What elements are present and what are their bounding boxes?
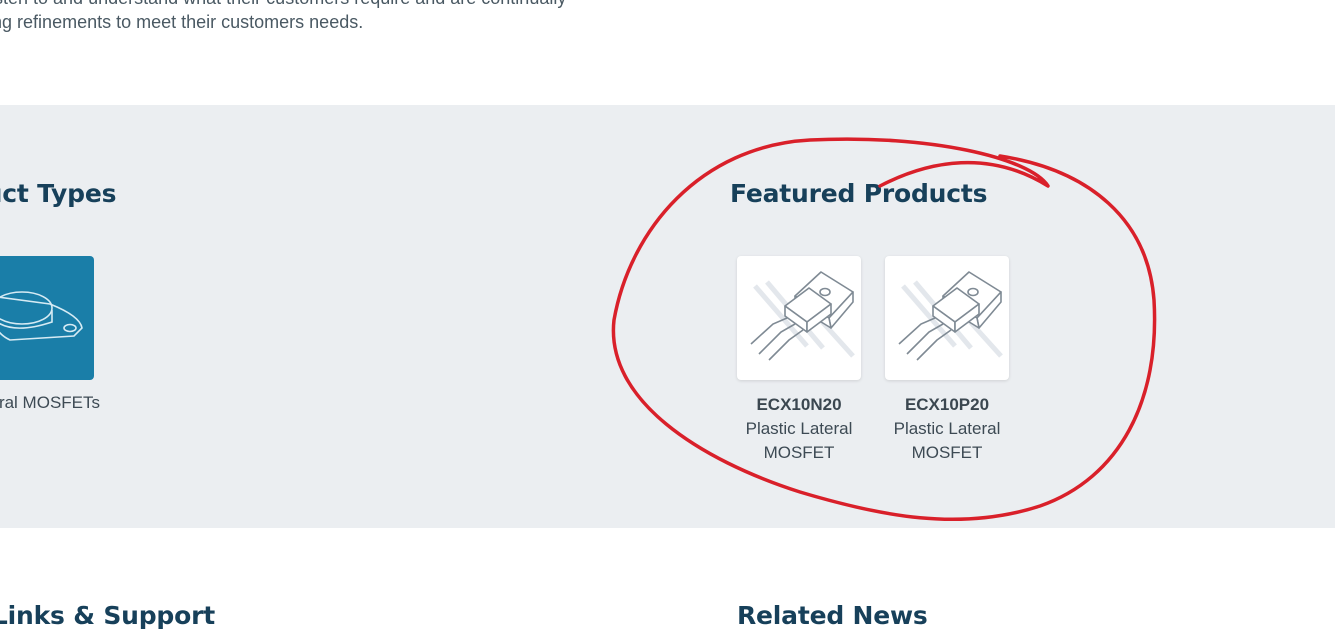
intro-line-2: eloping refinements to meet their custom…: [0, 12, 364, 32]
product-type-label[interactable]: ral MOSFETs: [0, 393, 100, 413]
product-code[interactable]: ECX10N20: [737, 393, 861, 417]
product-type-tile[interactable]: [0, 256, 94, 380]
featured-products-heading: Featured Products: [730, 179, 988, 208]
to3-package-icon: [0, 291, 83, 341]
intro-text: ON listen to and understand what their c…: [0, 0, 654, 34]
page: ON listen to and understand what their c…: [0, 0, 1335, 637]
product-code[interactable]: ECX10P20: [885, 393, 1009, 417]
product-types-heading: oduct Types: [0, 179, 117, 208]
product-info: ECX10P20 Plastic Lateral MOSFET: [885, 393, 1009, 465]
product-info: ECX10N20 Plastic Lateral MOSFET: [737, 393, 861, 465]
transistor-icon: [898, 271, 1003, 361]
product-card-ecx10p20[interactable]: ECX10P20 Plastic Lateral MOSFET: [885, 256, 1009, 465]
product-description: Plastic Lateral MOSFET: [893, 419, 1001, 462]
transistor-icon: [750, 271, 855, 361]
product-card-ecx10n20[interactable]: ECX10N20 Plastic Lateral MOSFET: [737, 256, 861, 465]
useful-links-heading: eful Links & Support: [0, 601, 215, 630]
product-image[interactable]: [885, 256, 1009, 380]
intro-line-1: ON listen to and understand what their c…: [0, 0, 654, 10]
related-news-heading: Related News: [737, 601, 928, 630]
product-image[interactable]: [737, 256, 861, 380]
product-description: Plastic Lateral MOSFET: [745, 419, 853, 462]
products-section: [0, 105, 1335, 528]
